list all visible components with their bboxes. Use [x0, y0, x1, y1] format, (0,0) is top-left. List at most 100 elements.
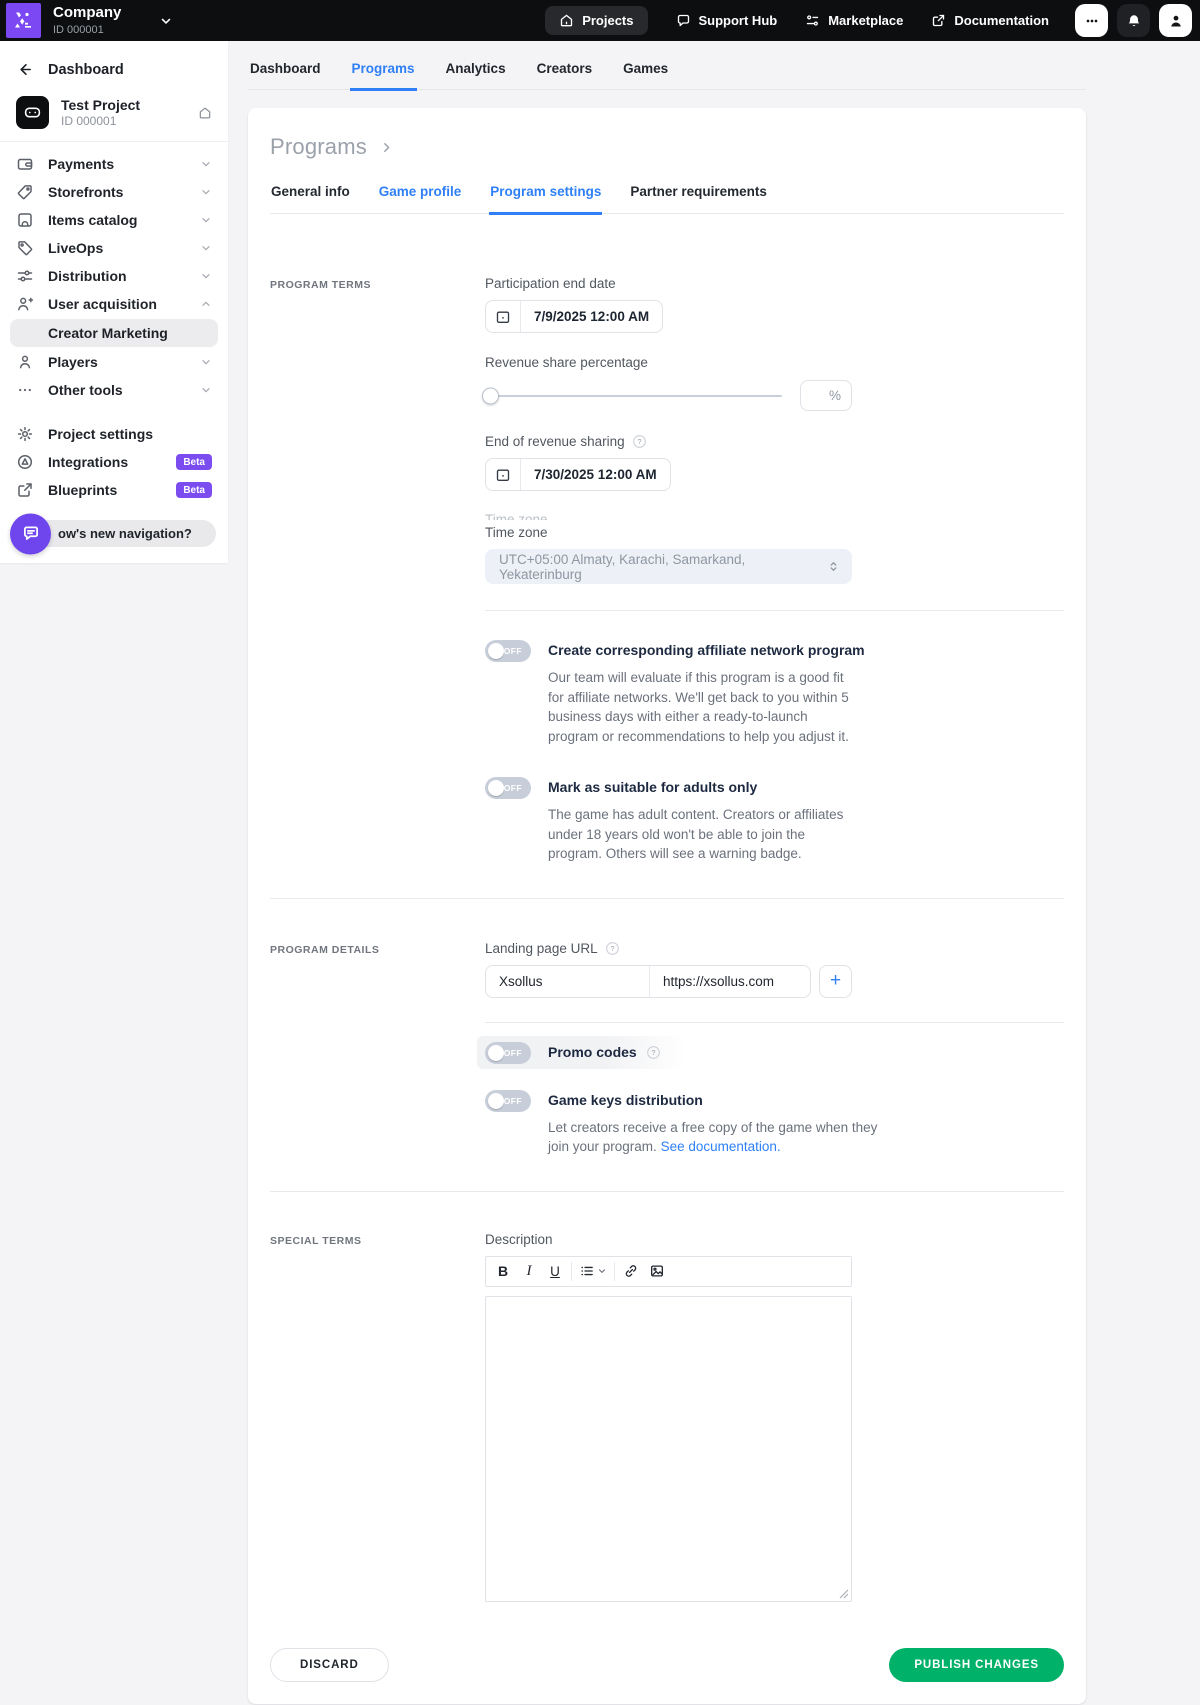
topnav-support-hub[interactable]: Support Hub: [676, 13, 778, 28]
tab-partner-requirements[interactable]: Partner requirements: [629, 184, 768, 213]
game-keys-toggle[interactable]: OFF: [485, 1090, 531, 1112]
help-question-icon[interactable]: ?: [632, 434, 647, 449]
game-keys-toggle-row: OFF Game keys distribution Let creators …: [485, 1089, 1064, 1157]
topnav-documentation-label: Documentation: [954, 13, 1049, 28]
sidebar-item-label: Project settings: [48, 426, 212, 442]
sidebar-item-label: Other tools: [48, 382, 186, 398]
help-question-icon[interactable]: ?: [605, 941, 620, 956]
end-of-revenue-sharing-label: End of revenue sharing ?: [485, 434, 1064, 449]
sidebar-item-label: Items catalog: [48, 212, 186, 228]
project-name: Test Project: [61, 97, 140, 113]
adults-only-toggle[interactable]: OFF: [485, 777, 531, 799]
external-link-icon: [16, 481, 34, 499]
list-format-button[interactable]: [575, 1259, 611, 1284]
sidebar-item-project-settings[interactable]: Project settings: [10, 420, 218, 448]
project-row[interactable]: Test Project ID 000001: [0, 90, 228, 141]
card-tabs: General info Game profile Program settin…: [270, 184, 1064, 214]
end-of-revenue-sharing-picker[interactable]: 7/30/2025 12:00 AM: [485, 458, 671, 491]
company-id: ID 000001: [53, 24, 121, 36]
tag-icon: [16, 183, 34, 201]
tab-dashboard[interactable]: Dashboard: [248, 61, 323, 89]
resize-grip[interactable]: [839, 1589, 849, 1599]
whats-new-pill[interactable]: ow's new navigation?: [10, 520, 216, 547]
topnav-projects-label: Projects: [582, 13, 633, 28]
project-avatar: [16, 96, 49, 129]
tab-games[interactable]: Games: [621, 61, 670, 89]
sidebar-item-integrations[interactable]: Integrations Beta: [10, 448, 218, 476]
user-account-button[interactable]: [1159, 4, 1192, 37]
tab-creators[interactable]: Creators: [535, 61, 595, 89]
italic-button[interactable]: I: [516, 1259, 542, 1284]
wallet-icon: [16, 155, 34, 173]
landing-url-input[interactable]: https://xsollus.com: [650, 966, 787, 997]
toggle-title: Game keys distribution: [548, 1089, 878, 1112]
sidebar-item-distribution[interactable]: Distribution: [10, 262, 218, 290]
select-chevrons-icon: [827, 560, 840, 573]
help-question-icon[interactable]: ?: [646, 1045, 661, 1060]
chevron-down-icon: [200, 214, 212, 226]
sidebar-item-items-catalog[interactable]: Items catalog: [10, 206, 218, 234]
revenue-share-percent-input[interactable]: %: [800, 380, 852, 411]
bold-button[interactable]: B: [490, 1259, 516, 1284]
sidebar: Dashboard Test Project ID 000001 Payment…: [0, 41, 228, 563]
revenue-share-label: Revenue share percentage: [485, 355, 1064, 370]
field-divider: [485, 610, 1064, 611]
toolbar-separator: [571, 1262, 572, 1281]
sidebar-item-storefronts[interactable]: Storefronts: [10, 178, 218, 206]
beta-badge: Beta: [176, 482, 212, 498]
company-logo-icon[interactable]: [6, 3, 41, 38]
notifications-bell-button[interactable]: [1117, 4, 1150, 37]
back-label: Dashboard: [48, 62, 124, 78]
section-program-terms: PROGRAM TERMS Participation end date 7/9…: [270, 276, 1064, 864]
integrations-icon: [16, 453, 34, 471]
chat-bubble-icon[interactable]: [10, 513, 51, 554]
topnav-documentation[interactable]: Documentation: [931, 13, 1049, 28]
landing-name-input[interactable]: Xsollus: [486, 966, 650, 997]
revenue-share-slider[interactable]: [485, 395, 782, 397]
sidebar-item-label: Blueprints: [48, 482, 162, 498]
publish-changes-button[interactable]: PUBLISH CHANGES: [889, 1648, 1064, 1682]
chevron-down-icon: [200, 158, 212, 170]
discard-button[interactable]: DISCARD: [270, 1648, 389, 1682]
tab-analytics[interactable]: Analytics: [444, 61, 508, 89]
add-url-button[interactable]: +: [819, 965, 852, 998]
adults-only-toggle-row: OFF Mark as suitable for adults only The…: [485, 776, 1064, 864]
tab-program-settings[interactable]: Program settings: [489, 184, 602, 215]
tab-programs[interactable]: Programs: [350, 61, 417, 91]
toggle-description: The game has adult content. Creators or …: [548, 805, 854, 864]
participation-end-date-picker[interactable]: 7/9/2025 12:00 AM: [485, 300, 663, 333]
chevron-right-icon: [379, 140, 394, 155]
sidebar-item-liveops[interactable]: LiveOps: [10, 234, 218, 262]
project-home-icon[interactable]: [198, 106, 212, 120]
section-heading: SPECIAL TERMS: [270, 1232, 485, 1602]
more-options-button[interactable]: [1075, 4, 1108, 37]
ellipsis-icon: [16, 381, 34, 399]
tab-general-info[interactable]: General info: [270, 184, 351, 213]
description-textarea[interactable]: [486, 1297, 851, 1601]
vault-icon: [16, 211, 34, 229]
calendar-icon: [486, 459, 521, 490]
sidebar-item-creator-marketing[interactable]: Creator Marketing: [10, 319, 218, 347]
timezone-label: Time zone: [485, 525, 1064, 540]
sidebar-item-blueprints[interactable]: Blueprints Beta: [10, 476, 218, 504]
back-to-dashboard[interactable]: Dashboard: [0, 47, 228, 90]
slider-knob[interactable]: [482, 387, 499, 404]
insert-link-button[interactable]: [618, 1259, 644, 1284]
topnav-marketplace[interactable]: Marketplace: [805, 13, 903, 28]
affiliate-network-toggle[interactable]: OFF: [485, 640, 531, 662]
sidebar-item-payments[interactable]: Payments: [10, 150, 218, 178]
timezone-value: UTC+05:00 Almaty, Karachi, Samarkand, Ye…: [499, 552, 827, 582]
description-editor: [485, 1296, 852, 1602]
underline-button[interactable]: U: [542, 1259, 568, 1284]
tab-game-profile[interactable]: Game profile: [378, 184, 463, 213]
sidebar-item-players[interactable]: Players: [10, 348, 218, 376]
promo-codes-toggle[interactable]: OFF: [485, 1042, 531, 1064]
topnav-projects[interactable]: Projects: [545, 6, 647, 35]
company-chevron-down-icon[interactable]: [159, 14, 173, 28]
svg-text:?: ?: [637, 437, 641, 446]
sidebar-item-other-tools[interactable]: Other tools: [10, 376, 218, 404]
timezone-select[interactable]: UTC+05:00 Almaty, Karachi, Samarkand, Ye…: [485, 549, 852, 584]
see-documentation-link[interactable]: See documentation.: [661, 1139, 781, 1154]
insert-image-button[interactable]: [644, 1259, 670, 1284]
sidebar-item-user-acquisition[interactable]: User acquisition: [10, 290, 218, 318]
